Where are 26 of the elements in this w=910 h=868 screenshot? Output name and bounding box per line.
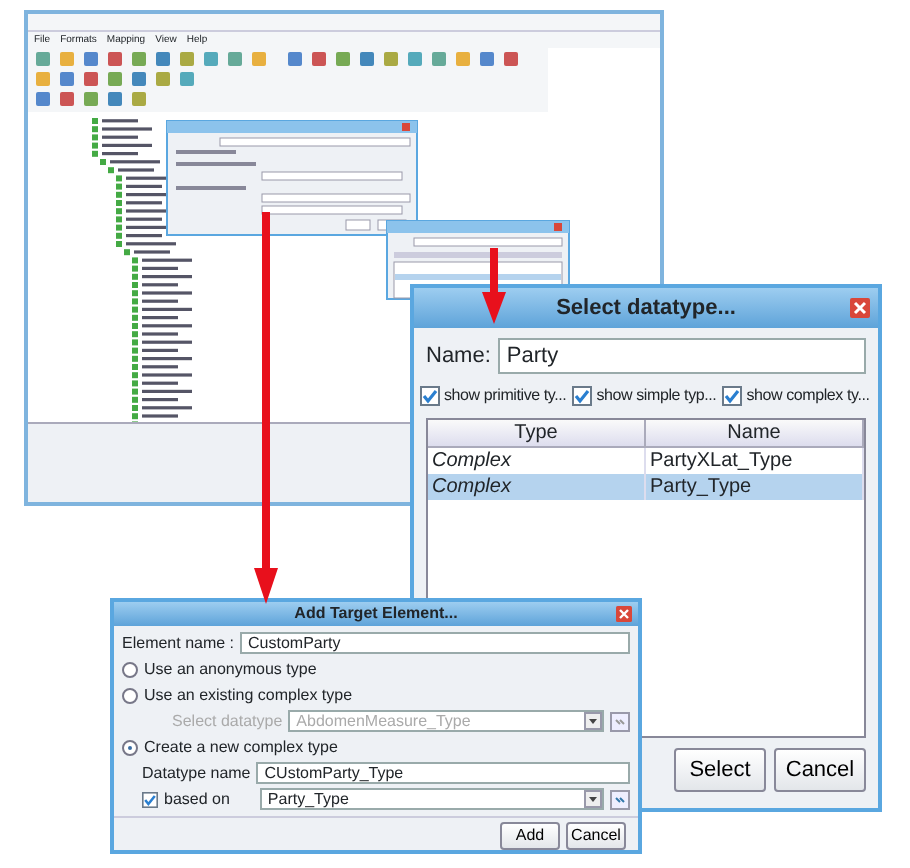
name-field[interactable]: Party xyxy=(498,338,866,374)
radio-label: Use an anonymous type xyxy=(144,657,317,681)
radio-label: Create a new complex type xyxy=(144,735,338,759)
table-cell: Complex xyxy=(428,474,646,500)
column-header[interactable]: Name xyxy=(646,420,864,446)
checkbox-label: based on xyxy=(164,787,230,811)
field-label: Name: xyxy=(426,341,491,372)
checkbox-label: show simple typ... xyxy=(596,384,717,408)
field-label: Datatype name xyxy=(142,761,251,785)
dialog-title: Add Target Element... xyxy=(294,602,458,626)
checkbox-label: show primitive ty... xyxy=(444,384,567,408)
base-type-dropdown[interactable]: Party_Type xyxy=(259,788,604,810)
dialog-button[interactable]: Select xyxy=(674,748,766,792)
radio-label: Use an existing complex type xyxy=(144,683,353,707)
dialog-button[interactable]: Add xyxy=(500,822,560,850)
checkbox-label: show complex ty... xyxy=(746,384,870,408)
table-row[interactable]: Complex Party_Type xyxy=(428,474,864,500)
dialog-title: Select datatype... xyxy=(556,293,736,324)
element-name-field[interactable]: CustomParty xyxy=(240,632,630,654)
dialog-button[interactable]: Cancel xyxy=(566,822,626,850)
field-label: Element name : xyxy=(122,631,235,655)
column-header[interactable]: Type xyxy=(428,420,646,446)
datatype-name-field[interactable]: CUstomParty_Type xyxy=(256,762,630,784)
field-label: Select datatype xyxy=(172,709,283,733)
table-cell: Party_Type xyxy=(646,474,864,500)
dialog-button[interactable]: Cancel xyxy=(774,748,866,792)
